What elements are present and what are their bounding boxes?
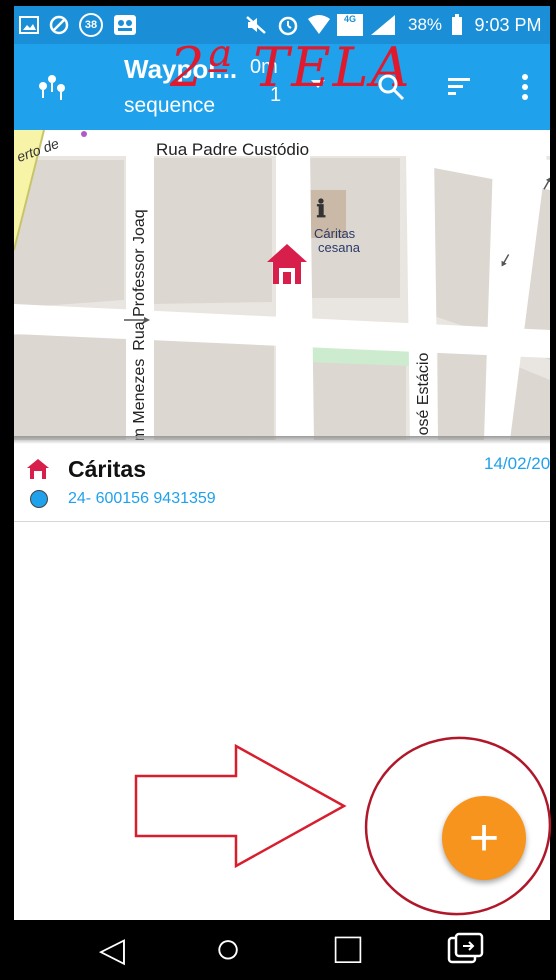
waypoint-code: 24- 600156 9431359 — [68, 490, 216, 507]
wifi-icon — [306, 14, 332, 36]
map-view[interactable]: Rua Padre Custódio erto de Rua Professor… — [14, 130, 550, 440]
home-button[interactable]: ○ — [208, 927, 248, 971]
search-icon[interactable] — [376, 72, 408, 104]
recents-button[interactable]: □ — [328, 927, 368, 971]
home-marker-icon[interactable] — [266, 242, 308, 288]
battery-percent: 38% — [407, 15, 443, 34]
gallery-icon — [18, 14, 40, 36]
poi-label-2: cesana — [318, 240, 360, 255]
sort-icon[interactable] — [446, 76, 474, 102]
plus-icon: + — [468, 809, 500, 867]
overflow-menu-icon[interactable] — [520, 72, 532, 104]
mute-icon — [244, 14, 268, 36]
add-waypoint-button[interactable]: + — [442, 796, 526, 880]
waypoint-date: 14/02/20 — [484, 454, 551, 473]
back-button[interactable]: ◁ — [92, 930, 132, 970]
signal-3g-icon — [368, 14, 398, 36]
poi-label-1: Cáritas — [314, 226, 356, 241]
block-icon — [48, 14, 70, 36]
notification-count: 38 — [79, 13, 103, 37]
waypoints-icon[interactable] — [34, 70, 74, 110]
waypoint-list-item[interactable]: Cáritas 14/02/20 24- 600156 9431359 — [14, 446, 550, 522]
battery-icon — [450, 14, 464, 36]
street-label-bottom-left: m Menezes — [131, 358, 148, 440]
network-4g-icon: 4G — [336, 14, 364, 36]
info-poi-icon[interactable]: ℹ — [308, 194, 334, 224]
notification-count-icon: 38 — [78, 13, 104, 37]
clock: 9:03 PM — [474, 14, 542, 35]
waypoint-name: Cáritas — [68, 456, 146, 482]
street-label-vertical: Rua Professor Joaq — [131, 209, 148, 351]
alarm-icon — [276, 14, 300, 36]
app-notification-icon — [112, 14, 138, 36]
network-label: 4G — [337, 14, 363, 36]
map-divider-shadow — [14, 436, 550, 444]
app-bar: Waypoi... 0m 1 sequence 2ª TELA — [14, 36, 550, 130]
dual-window-icon[interactable] — [446, 932, 486, 968]
street-label-top: Rua Padre Custódio — [156, 140, 310, 159]
home-icon — [26, 458, 52, 482]
navigation-bar: ◁ ○ □ — [0, 920, 556, 980]
status-dot-icon — [30, 490, 48, 508]
street-label-bottom-right: osé Estácio — [415, 352, 432, 436]
